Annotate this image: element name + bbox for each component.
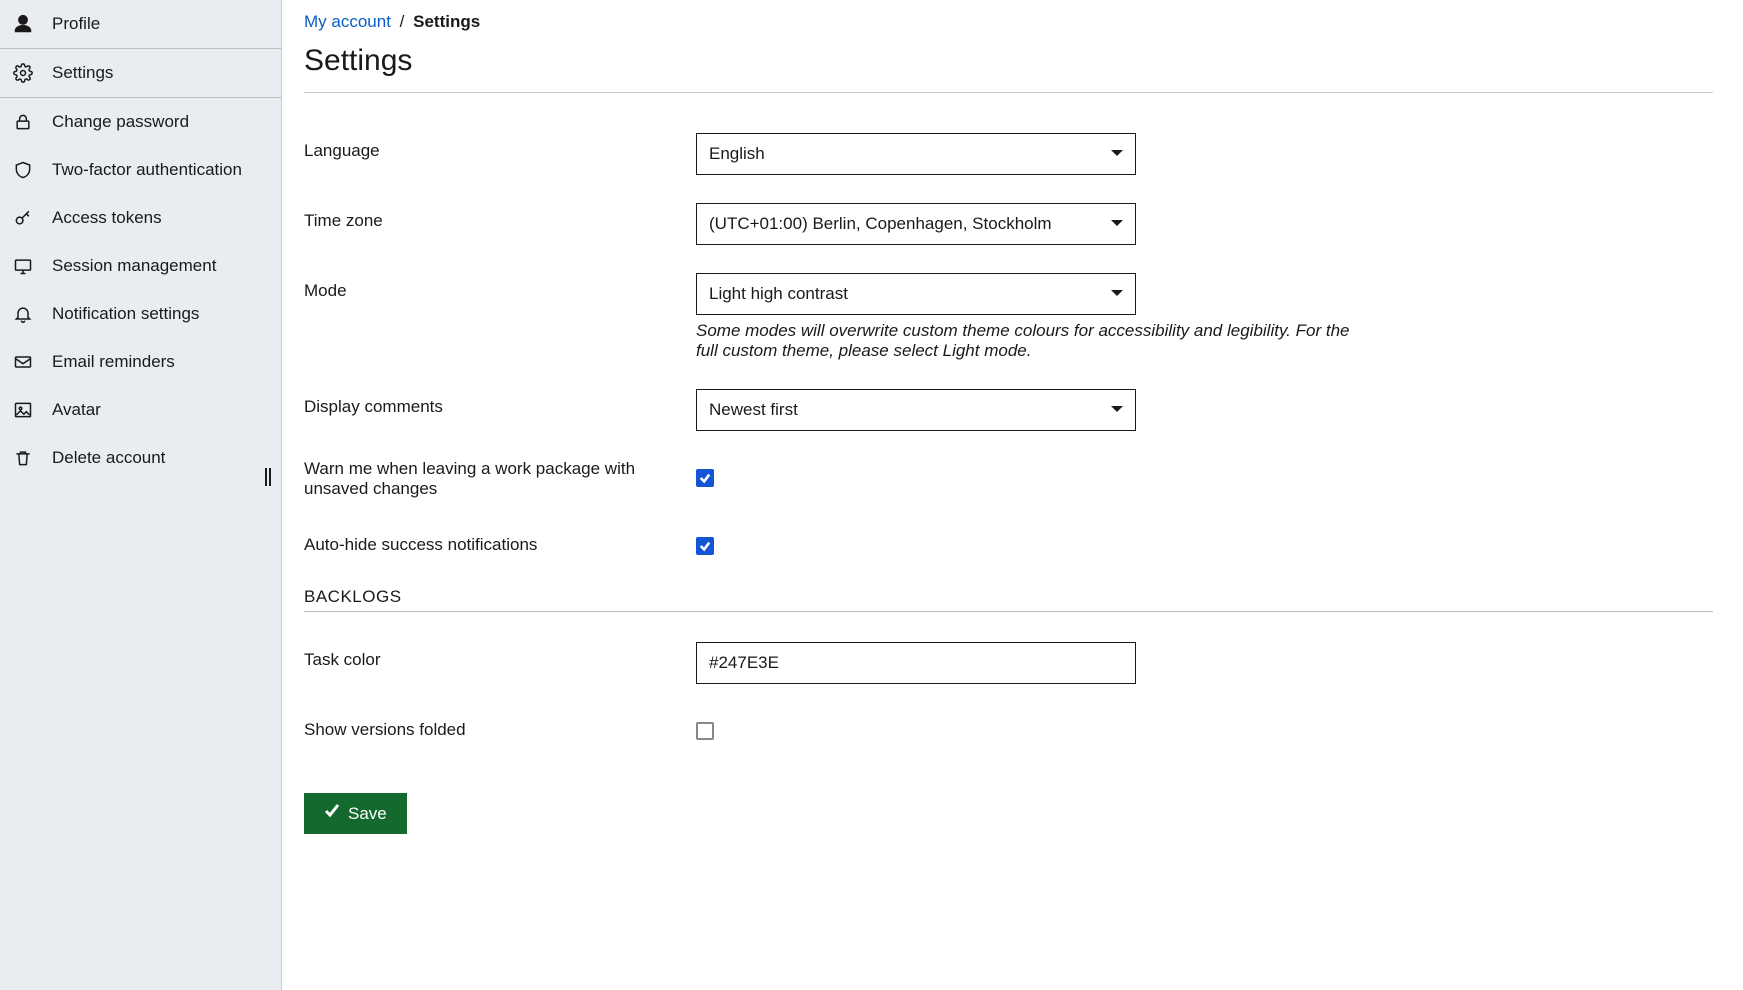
auto-hide-label: Auto-hide success notifications: [304, 527, 696, 555]
save-button[interactable]: Save: [304, 793, 407, 834]
image-icon: [12, 399, 34, 421]
warn-unsaved-checkbox[interactable]: [696, 469, 714, 487]
auto-hide-checkbox[interactable]: [696, 537, 714, 555]
sidebar-item-email-reminders[interactable]: Email reminders: [0, 338, 281, 386]
sidebar-item-label: Change password: [52, 112, 189, 132]
shield-icon: [12, 159, 34, 181]
sidebar-item-label: Avatar: [52, 400, 101, 420]
mail-icon: [12, 351, 34, 373]
sidebar-item-label: Settings: [52, 63, 113, 83]
sidebar-item-session-management[interactable]: Session management: [0, 242, 281, 290]
page-title: Settings: [304, 44, 1713, 78]
breadcrumb-separator: /: [400, 12, 405, 31]
main-content: My account / Settings Settings Language …: [282, 0, 1743, 990]
sidebar-item-two-factor[interactable]: Two-factor authentication: [0, 146, 281, 194]
display-comments-value: Newest first: [709, 400, 798, 420]
save-label: Save: [348, 804, 387, 824]
display-comments-label: Display comments: [304, 389, 696, 417]
key-icon: [12, 207, 34, 229]
sidebar-item-profile[interactable]: Profile: [0, 0, 281, 48]
sidebar-item-access-tokens[interactable]: Access tokens: [0, 194, 281, 242]
task-color-label: Task color: [304, 642, 696, 670]
backlogs-heading: Backlogs: [304, 587, 1713, 607]
language-value: English: [709, 144, 765, 164]
sidebar-resize-handle[interactable]: [265, 468, 275, 486]
sidebar-item-label: Delete account: [52, 448, 165, 468]
display-comments-select[interactable]: Newest first: [696, 389, 1136, 431]
sidebar-item-settings[interactable]: Settings: [0, 48, 281, 98]
sidebar-item-label: Email reminders: [52, 352, 175, 372]
sidebar-item-label: Notification settings: [52, 304, 199, 324]
bell-icon: [12, 303, 34, 325]
trash-icon: [12, 447, 34, 469]
language-label: Language: [304, 133, 696, 161]
language-select[interactable]: English: [696, 133, 1136, 175]
mode-label: Mode: [304, 273, 696, 301]
sidebar-item-notification-settings[interactable]: Notification settings: [0, 290, 281, 338]
timezone-value: (UTC+01:00) Berlin, Copenhagen, Stockhol…: [709, 214, 1052, 234]
warn-unsaved-label: Warn me when leaving a work package with…: [304, 459, 696, 499]
sidebar-item-label: Profile: [52, 14, 100, 34]
sidebar: Profile Settings Change password Two-fac…: [0, 0, 282, 990]
user-icon: [12, 13, 34, 35]
mode-hint: Some modes will overwrite custom theme c…: [696, 321, 1356, 361]
monitor-icon: [12, 255, 34, 277]
mode-value: Light high contrast: [709, 284, 848, 304]
timezone-select[interactable]: (UTC+01:00) Berlin, Copenhagen, Stockhol…: [696, 203, 1136, 245]
breadcrumb-current: Settings: [413, 12, 480, 31]
gear-icon: [12, 62, 34, 84]
sidebar-item-avatar[interactable]: Avatar: [0, 386, 281, 434]
lock-icon: [12, 111, 34, 133]
show-versions-folded-label: Show versions folded: [304, 712, 696, 740]
timezone-label: Time zone: [304, 203, 696, 231]
check-icon: [324, 803, 340, 824]
task-color-value: #247E3E: [709, 653, 779, 673]
sidebar-item-label: Access tokens: [52, 208, 162, 228]
breadcrumb-parent[interactable]: My account: [304, 12, 391, 31]
sidebar-item-label: Session management: [52, 256, 216, 276]
mode-select[interactable]: Light high contrast: [696, 273, 1136, 315]
title-divider: [304, 92, 1713, 93]
section-divider: [304, 611, 1713, 612]
task-color-input[interactable]: #247E3E: [696, 642, 1136, 684]
sidebar-item-change-password[interactable]: Change password: [0, 98, 281, 146]
sidebar-item-label: Two-factor authentication: [52, 160, 242, 180]
sidebar-item-delete-account[interactable]: Delete account: [0, 434, 281, 482]
show-versions-folded-checkbox[interactable]: [696, 722, 714, 740]
breadcrumb: My account / Settings: [304, 12, 1713, 32]
